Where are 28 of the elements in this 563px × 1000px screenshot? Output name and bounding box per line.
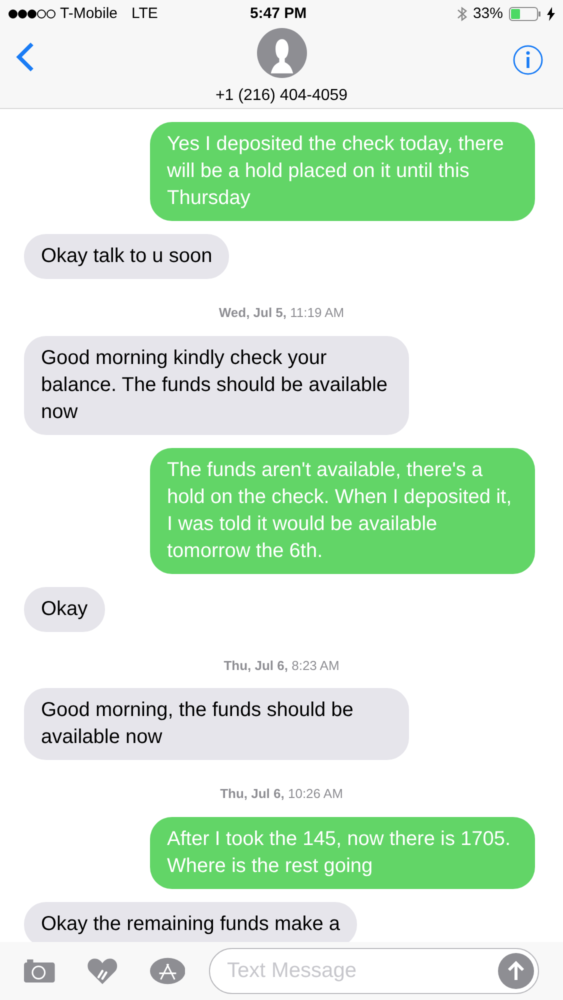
message-bubble: The funds aren't available, there's a hold on the check. When I deposited it, I was told it would be available tomorrow the 6th.: [150, 448, 535, 574]
message-bubble: Okay the remaining funds make a: [24, 902, 358, 942]
back-button[interactable]: [14, 42, 36, 72]
message-bubble: Okay talk to u soon: [24, 234, 230, 279]
message-bubble: Yes I deposited the check today, there will be a hold placed on it until this Thursday: [150, 122, 535, 221]
network-type: LTE: [132, 4, 158, 24]
clock-time: 5:47 PM: [250, 4, 307, 24]
contact-avatar: [254, 28, 308, 78]
message-bubble: Good morning kindly check your balance. The funds should be available now: [24, 336, 409, 434]
message-bubble: Good morning, the funds should be available now: [24, 688, 409, 760]
message-timestamp: Wed, Jul 5, 11:19 AM: [218, 304, 344, 322]
message-bubble: After I took the 145, now there is 1705. Where is the rest going: [150, 816, 535, 888]
message-timestamp: Thu, Jul 6, 10:26 AM: [220, 785, 343, 803]
signal-icon: [8, 9, 56, 19]
battery-icon: [509, 7, 541, 21]
back-chevron-icon: [14, 42, 36, 72]
info-button[interactable]: [513, 45, 543, 75]
message-bubble: Okay: [24, 586, 105, 632]
up-arrow-icon: [507, 961, 525, 981]
send-button[interactable]: [498, 953, 534, 989]
carrier-name: T-Mobile: [60, 4, 118, 24]
contact-number[interactable]: +1 (216) 404-4059: [215, 84, 348, 108]
charging-icon: [547, 7, 555, 21]
info-icon: [513, 45, 543, 75]
message-field[interactable]: Text Message: [209, 948, 539, 994]
bluetooth-icon: [456, 6, 467, 22]
message-timestamp: Thu, Jul 6, 8:23 AM: [224, 656, 340, 674]
battery-percentage: 33%: [472, 4, 503, 24]
